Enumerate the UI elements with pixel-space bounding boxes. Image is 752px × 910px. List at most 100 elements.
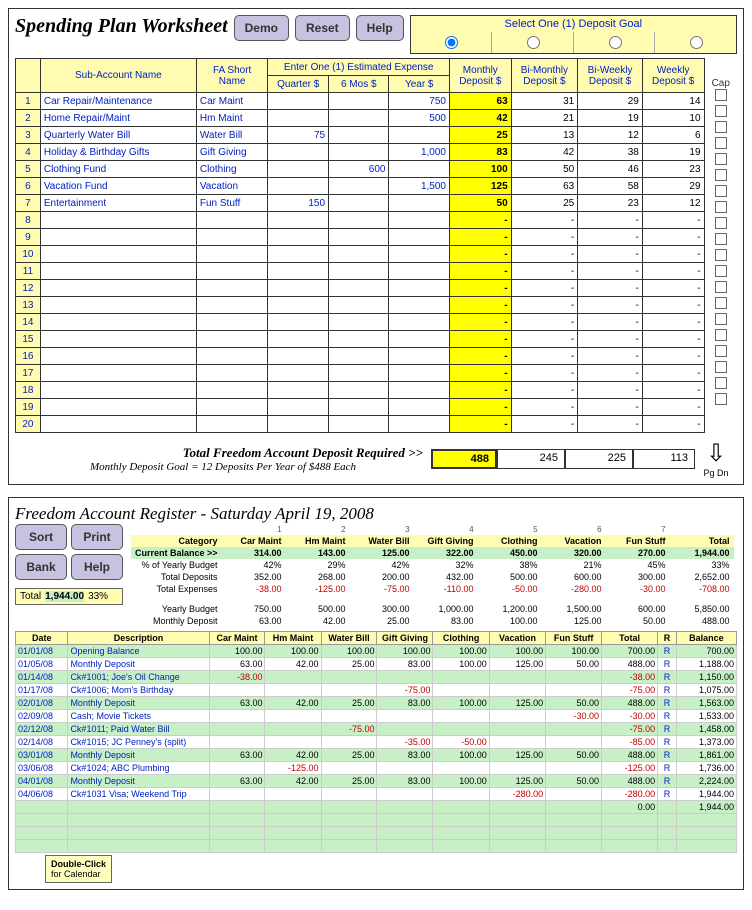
sixmo-cell[interactable] (329, 382, 389, 399)
register-description[interactable]: Monthly Deposit (68, 697, 209, 710)
register-value-cell[interactable]: 63.00 (209, 749, 265, 762)
deposit-goal-weekly-radio[interactable] (690, 36, 703, 49)
register-row[interactable]: 04/01/08 Monthly Deposit 63.0042.0025.00… (16, 775, 737, 788)
register-value-cell[interactable] (489, 762, 545, 775)
quarter-cell[interactable] (268, 212, 329, 229)
register-reconciled[interactable]: R (658, 697, 677, 710)
year-cell[interactable] (389, 127, 450, 144)
register-description[interactable] (68, 827, 209, 840)
sixmo-cell[interactable] (329, 297, 389, 314)
register-value-cell[interactable] (377, 671, 433, 684)
register-value-cell[interactable]: 42.00 (265, 749, 321, 762)
subaccount-cell[interactable] (40, 331, 196, 348)
subaccount-cell[interactable]: Entertainment (40, 195, 196, 212)
register-description[interactable] (68, 840, 209, 853)
register-value-cell[interactable] (433, 788, 489, 801)
sixmo-cell[interactable] (329, 263, 389, 280)
register-value-cell[interactable]: -38.00 (209, 671, 265, 684)
cap-checkbox[interactable] (715, 361, 727, 373)
register-value-cell[interactable] (265, 736, 321, 749)
register-date[interactable]: 01/05/08 (16, 658, 68, 671)
subaccount-cell[interactable]: Vacation Fund (40, 178, 196, 195)
register-value-cell[interactable] (433, 801, 489, 814)
quarter-cell[interactable] (268, 263, 329, 280)
subaccount-cell[interactable]: Home Repair/Maint (40, 110, 196, 127)
help-button[interactable]: Help (356, 15, 404, 41)
register-value-cell[interactable] (489, 684, 545, 697)
subaccount-cell[interactable] (40, 314, 196, 331)
quarter-cell[interactable] (268, 161, 329, 178)
register-reconciled[interactable]: R (658, 749, 677, 762)
register-date[interactable]: 04/06/08 (16, 788, 68, 801)
register-reconciled[interactable]: R (658, 710, 677, 723)
register-value-cell[interactable] (546, 801, 602, 814)
fa-short-cell[interactable] (196, 212, 268, 229)
register-value-cell[interactable]: 125.00 (489, 658, 545, 671)
register-description[interactable]: Monthly Deposit (68, 775, 209, 788)
sixmo-cell[interactable] (329, 246, 389, 263)
register-reconciled[interactable]: R (658, 684, 677, 697)
register-reconciled[interactable]: R (658, 723, 677, 736)
register-description[interactable]: Cash; Movie Tickets (68, 710, 209, 723)
register-description[interactable]: Ck#1015; JC Penney's (split) (68, 736, 209, 749)
register-value-cell[interactable] (265, 671, 321, 684)
year-cell[interactable] (389, 212, 450, 229)
register-description[interactable] (68, 801, 209, 814)
year-cell[interactable] (389, 161, 450, 178)
quarter-cell[interactable] (268, 331, 329, 348)
cap-checkbox[interactable] (715, 137, 727, 149)
subaccount-cell[interactable]: Clothing Fund (40, 161, 196, 178)
register-date[interactable]: 01/01/08 (16, 645, 68, 658)
fa-short-cell[interactable] (196, 229, 268, 246)
subaccount-cell[interactable] (40, 212, 196, 229)
register-description[interactable]: Monthly Deposit (68, 749, 209, 762)
quarter-cell[interactable] (268, 144, 329, 161)
sixmo-cell[interactable] (329, 416, 389, 433)
register-row[interactable]: 03/01/08 Monthly Deposit 63.0042.0025.00… (16, 749, 737, 762)
cap-checkbox[interactable] (715, 105, 727, 117)
register-date[interactable] (16, 840, 68, 853)
register-row[interactable]: 04/06/08 Ck#1031 Visa; Weekend Trip -280… (16, 788, 737, 801)
register-value-cell[interactable] (546, 788, 602, 801)
register-description[interactable]: Opening Balance (68, 645, 209, 658)
subaccount-cell[interactable]: Holiday & Birthday Gifts (40, 144, 196, 161)
year-cell[interactable] (389, 229, 450, 246)
cap-checkbox[interactable] (715, 121, 727, 133)
sixmo-cell[interactable] (329, 229, 389, 246)
cap-checkbox[interactable] (715, 217, 727, 229)
fa-short-cell[interactable]: Car Maint (196, 93, 268, 110)
fa-short-cell[interactable] (196, 331, 268, 348)
register-value-cell[interactable]: -50.00 (433, 736, 489, 749)
register-description[interactable]: Ck#1024; ABC Plumbing (68, 762, 209, 775)
register-row[interactable]: 0.00 1,944.00 (16, 801, 737, 814)
register-value-cell[interactable] (265, 788, 321, 801)
quarter-cell[interactable]: 150 (268, 195, 329, 212)
year-cell[interactable] (389, 399, 450, 416)
subaccount-cell[interactable]: Car Repair/Maintenance (40, 93, 196, 110)
sixmo-cell[interactable] (329, 144, 389, 161)
fa-short-cell[interactable]: Fun Stuff (196, 195, 268, 212)
register-row[interactable]: 01/05/08 Monthly Deposit 63.0042.0025.00… (16, 658, 737, 671)
register-value-cell[interactable] (433, 762, 489, 775)
cap-checkbox[interactable] (715, 185, 727, 197)
cap-checkbox[interactable] (715, 89, 727, 101)
cap-checkbox[interactable] (715, 201, 727, 213)
register-row-empty[interactable] (16, 827, 737, 840)
register-value-cell[interactable]: 50.00 (546, 697, 602, 710)
year-cell[interactable] (389, 416, 450, 433)
year-cell[interactable]: 750 (389, 93, 450, 110)
register-row[interactable]: 02/09/08 Cash; Movie Tickets -30.00 -30.… (16, 710, 737, 723)
year-cell[interactable] (389, 280, 450, 297)
register-value-cell[interactable]: 100.00 (433, 697, 489, 710)
sixmo-cell[interactable] (329, 195, 389, 212)
register-reconciled[interactable]: R (658, 762, 677, 775)
quarter-cell[interactable] (268, 229, 329, 246)
register-value-cell[interactable]: -75.00 (321, 723, 377, 736)
year-cell[interactable]: 1,500 (389, 178, 450, 195)
register-value-cell[interactable] (546, 684, 602, 697)
cap-checkbox[interactable] (715, 281, 727, 293)
fa-short-cell[interactable]: Hm Maint (196, 110, 268, 127)
sixmo-cell[interactable] (329, 212, 389, 229)
register-value-cell[interactable] (321, 736, 377, 749)
sixmo-cell[interactable] (329, 93, 389, 110)
